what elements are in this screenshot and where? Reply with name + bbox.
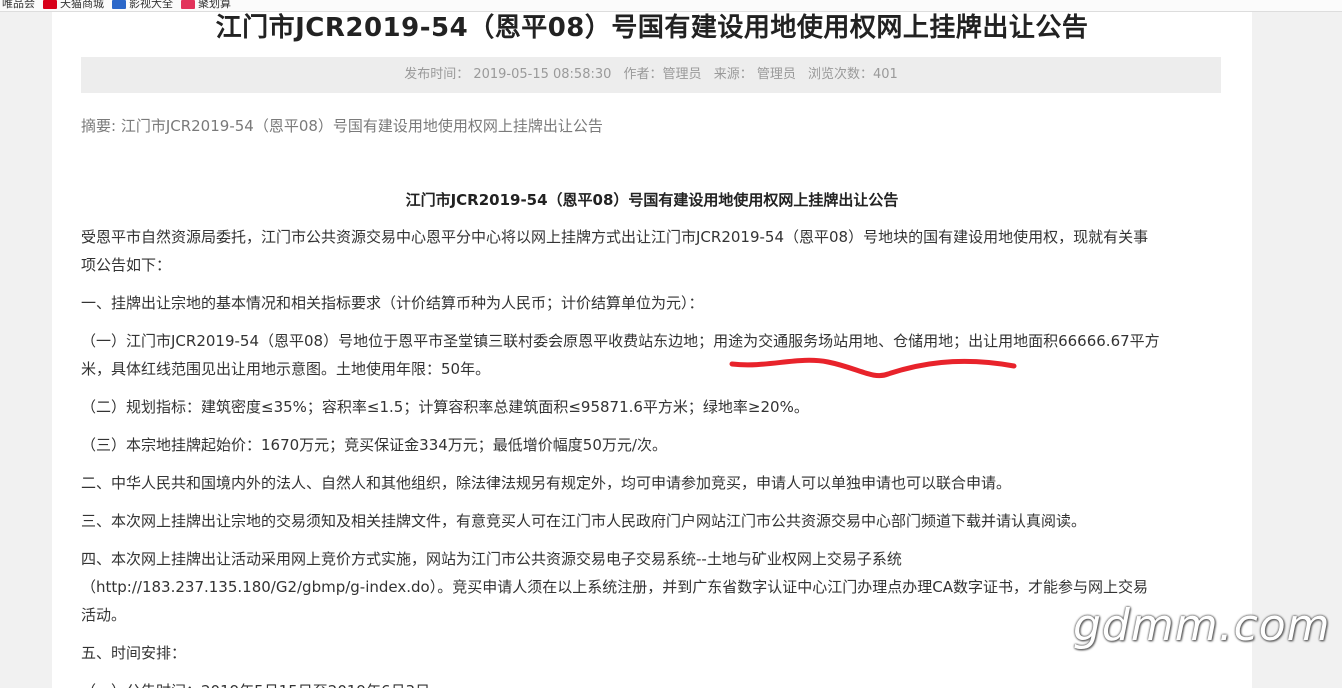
- bookmark-label: 天猫商城: [60, 0, 104, 10]
- paragraph: 项公告如下：: [81, 256, 172, 274]
- paragraph-link[interactable]: （http://183.237.135.180/G2/gbmp/g-index.…: [81, 573, 1231, 601]
- article-meta: 发布时间： 2019-05-15 08:58:30 作者：管理员 来源： 管理员…: [81, 57, 1221, 93]
- paragraph: 一、挂牌出让宗地的基本情况和相关指标要求（计价结算币种为人民币；计价结算单位为元…: [81, 294, 704, 312]
- paragraph: 受恩平市自然资源局委托，江门市公共资源交易中心恩平分中心将以网上挂牌方式出让江门…: [81, 228, 1149, 246]
- paragraph: 活动。: [81, 606, 127, 624]
- bookmark-video[interactable]: 影视大全: [112, 0, 173, 11]
- paragraph: （一）江门市JCR2019-54（恩平08）号地位于恩平市圣堂镇三联村委会原恩平…: [81, 332, 1160, 350]
- bookmark-tmall[interactable]: 天猫商城: [43, 0, 104, 11]
- source: 来源： 管理员: [713, 67, 796, 82]
- paragraph: （一）公告时间：2019年5月15日至2019年6月3日: [81, 677, 1231, 688]
- paragraph: （三）本宗地挂牌起始价：1670万元；竞买保证金334万元；最低增价幅度50万元…: [81, 436, 667, 454]
- bookmark-juhuasuan[interactable]: 聚划算: [181, 0, 231, 11]
- paragraph: 五、时间安排：: [81, 644, 187, 662]
- juhuasuan-icon: [181, 0, 195, 9]
- view-count: 浏览次数：401: [807, 67, 898, 82]
- watermark-logo: gdmm.com: [1073, 600, 1331, 651]
- bookmark-vip[interactable]: 唯品会: [2, 0, 35, 11]
- article-summary: 摘要: 江门市JCR2019-54（恩平08）号国有建设用地使用权网上挂牌出让公…: [81, 117, 603, 135]
- article-title: 江门市JCR2019-54（恩平08）号国有建设用地使用权网上挂牌出让公告: [215, 13, 1089, 43]
- paragraph: （二）规划指标：建筑密度≤35%；容积率≤1.5；计算容积率总建筑面积≤9587…: [81, 398, 809, 416]
- tmall-icon: [43, 0, 57, 9]
- bookmark-label: 聚划算: [198, 0, 231, 10]
- bookmark-label: 唯品会: [2, 0, 35, 10]
- video-icon: [112, 0, 126, 9]
- author: 作者：管理员: [623, 67, 702, 82]
- paragraph: 三、本次网上挂牌出让宗地的交易须知及相关挂牌文件，有意竞买人可在江门市人民政府门…: [81, 512, 1087, 530]
- bookmark-label: 影视大全: [129, 0, 173, 10]
- article-page: 江门市JCR2019-54（恩平08）号国有建设用地使用权网上挂牌出让公告 发布…: [52, 12, 1252, 688]
- body-title: 江门市JCR2019-54（恩平08）号国有建设用地使用权网上挂牌出让公告: [405, 191, 899, 209]
- paragraph: 四、本次网上挂牌出让活动采用网上竞价方式实施，网站为江门市公共资源交易电子交易系…: [81, 550, 902, 568]
- paragraph: 米，具体红线范围见出让用地示意图。土地使用年限：50年。: [81, 360, 491, 378]
- publish-time: 发布时间： 2019-05-15 08:58:30: [404, 67, 612, 82]
- paragraph: 二、中华人民共和国境内外的法人、自然人和其他组织，除法律法规另有规定外，均可申请…: [81, 474, 1012, 492]
- bookmarks-bar: 唯品会 天猫商城 影视大全 聚划算: [0, 0, 1342, 12]
